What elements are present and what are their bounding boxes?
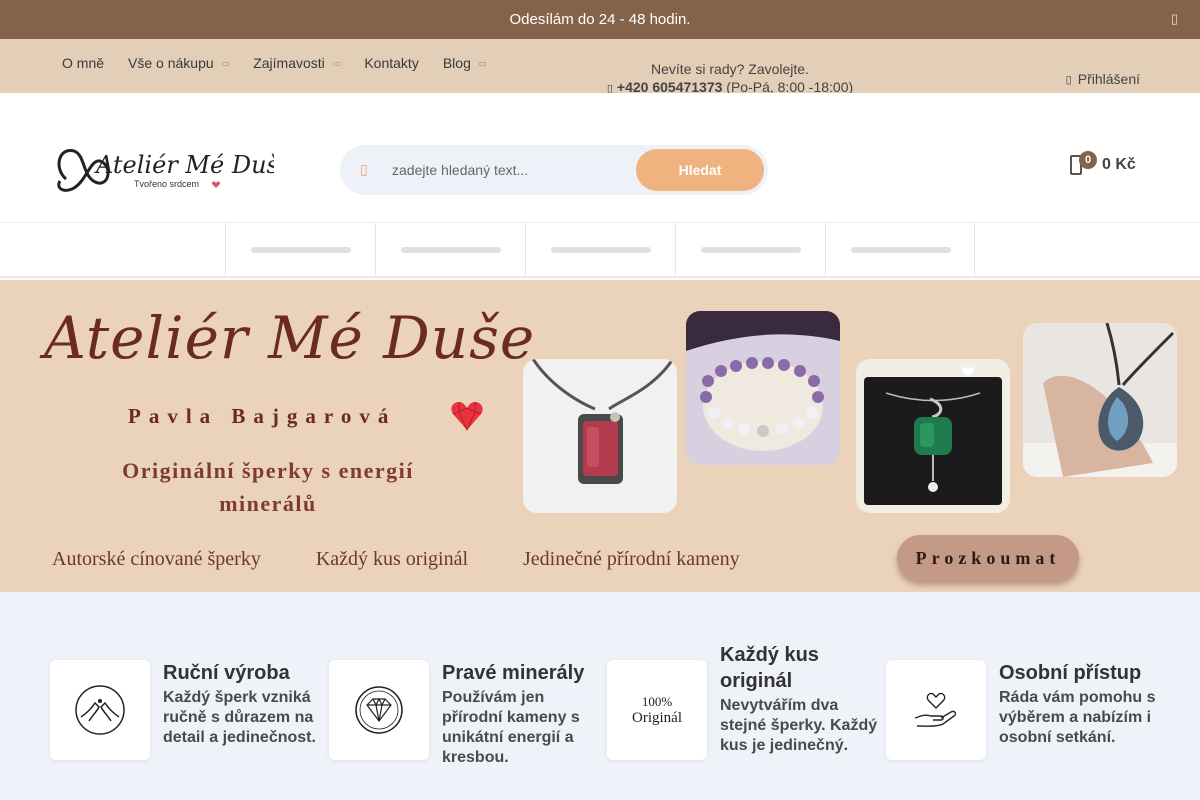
category-menu-loading: [0, 223, 1200, 278]
hero-tagline: Originální šperky s energií minerálů: [122, 458, 414, 516]
nav-label: Vše o nákupu: [128, 55, 214, 71]
login-link[interactable]: ▯ Přihlášení: [1066, 71, 1140, 87]
product-photo-red-pendant[interactable]: [523, 359, 677, 513]
feature-description: Každý šperk vzniká ručně s důrazem na de…: [163, 689, 316, 746]
login-label: Přihlášení: [1077, 71, 1140, 87]
usp-section: Ruční výroba Každý šperk vzniká ručně s …: [0, 592, 1200, 800]
hero-banner[interactable]: Ateliér Mé Duše Pavla Bajgarová Originál…: [0, 280, 1200, 592]
logo-subtitle: Tvořeno srdcem: [134, 179, 199, 189]
site-header: Ateliér Mé Duše Tvořeno srdcem ▯ Hledat …: [0, 93, 1200, 223]
hero-feature: Každý kus originál: [315, 548, 469, 570]
usp-item: Pravé minerály Používám jen přírodní kam…: [329, 660, 619, 770]
hand-heart-icon: [914, 692, 957, 727]
hero-feature: Jedinečné přírodní kameny: [523, 548, 740, 570]
feature-description: Ráda vám pomohu s výběrem a nabízím i os…: [999, 689, 1156, 746]
logo-image: Ateliér Mé Duše Tvořeno srdcem: [57, 149, 293, 192]
feature-title: Ruční výroba: [163, 662, 290, 684]
feature-description: Používám jen přírodní kameny s unikátní …: [442, 689, 580, 766]
close-icon[interactable]: ▯: [1171, 11, 1178, 27]
site-logo[interactable]: Ateliér Mé Duše Tvořeno srdcem: [52, 139, 293, 197]
dropdown-icon: ▭: [478, 58, 487, 68]
category-placeholder: [675, 223, 825, 278]
explore-button[interactable]: Prozkoumat: [897, 535, 1079, 581]
original-icon-label: Originál: [632, 710, 682, 726]
search-input[interactable]: [392, 145, 632, 195]
feature-icon-box: [50, 660, 150, 760]
nav-item-o-mne[interactable]: O mně: [62, 55, 104, 71]
search-icon: ▯: [360, 161, 368, 177]
feature-icon-box: [886, 660, 986, 760]
category-placeholder: [525, 223, 675, 278]
feature-title: Pravé minerály: [442, 662, 585, 684]
feature-icon-box: [329, 660, 429, 760]
nav-item-blog[interactable]: Blog ▭: [443, 55, 487, 71]
gemstone-icon: [355, 686, 403, 734]
nav-label: Zajímavosti: [253, 55, 325, 71]
dropdown-icon: ▭: [221, 58, 230, 68]
hero-features: Autorské cínované šperky Každý kus origi…: [52, 548, 795, 571]
nav-label: Kontakty: [364, 55, 419, 71]
search-button[interactable]: Hledat: [636, 149, 764, 191]
feature-title: Každý kus originál: [720, 644, 819, 692]
nav-item-kontakty[interactable]: Kontakty: [364, 55, 418, 71]
announcement-text: Odesílám do 24 - 48 hodin.: [509, 11, 691, 28]
nav-item-vse-o-nakupu[interactable]: Vše o nákupu ▭: [128, 55, 229, 71]
nav-label: O mně: [62, 55, 105, 71]
feature-description: Nevytvářím dva stejné šperky. Každý kus …: [720, 697, 878, 754]
cart-total: 0 Kč: [1102, 156, 1136, 173]
user-icon: ▯: [1065, 73, 1072, 86]
cart-count-badge: 0: [1079, 151, 1097, 169]
usp-item: Osobní přístup Ráda vám pomohu s výběrem…: [886, 660, 1176, 770]
top-navigation: O mně Vše o nákupu ▭ Zajímavosti ▭ Kontakt…: [0, 39, 1200, 95]
usp-item: Ruční výroba Každý šperk vzniká ručně s …: [50, 660, 340, 770]
logo-text: Ateliér Mé Duše: [94, 151, 274, 179]
help-text: Nevíte si rady? Zavolejte.: [651, 61, 809, 77]
main-menu: O mně Vše o nákupu ▭ Zajímavosti ▭ Kontakt…: [62, 55, 510, 71]
category-placeholder: [225, 223, 375, 278]
heart-gem-icon: [451, 402, 483, 431]
feature-title: Osobní přístup: [999, 662, 1142, 684]
search-bar: ▯ Hledat: [340, 145, 768, 195]
dropdown-icon: ▭: [332, 58, 341, 68]
usp-item: 100% Originál Každý kus originál Nevytvá…: [607, 642, 897, 760]
product-photo-labradorite-pendant[interactable]: [1023, 323, 1177, 477]
nav-label: Blog: [442, 55, 471, 71]
product-photo-green-pendant[interactable]: [856, 359, 1010, 513]
category-placeholder: [375, 223, 525, 278]
hero-title: Ateliér Mé Duše: [44, 304, 536, 372]
handmade-icon: [73, 683, 127, 737]
category-placeholder: [825, 223, 975, 278]
announcement-bar: Odesílám do 24 - 48 hodin. ▯: [0, 0, 1200, 39]
hero-feature: Autorské cínované šperky: [52, 548, 261, 570]
nav-item-zajimavosti[interactable]: Zajímavosti ▭: [253, 55, 340, 71]
hero-author-name: Pavla Bajgarová: [128, 404, 397, 428]
original-icon-percent: 100%: [641, 694, 673, 709]
product-photo-bracelet[interactable]: [686, 311, 840, 465]
original-icon: 100% Originál: [632, 693, 682, 727]
feature-icon-box: 100% Originál: [607, 660, 707, 760]
